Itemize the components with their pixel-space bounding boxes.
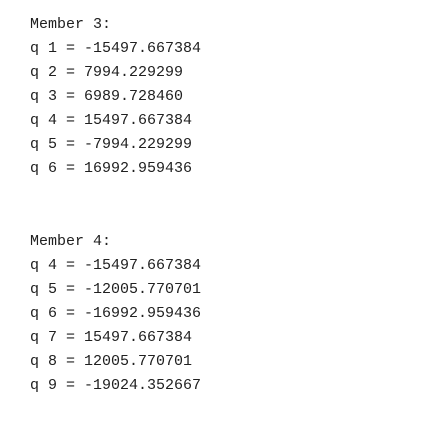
console-output[interactable]: Member 3: q 1 = -15497.667384 q 2 = 7994… (0, 0, 448, 421)
member-4-line-5: q 8 = 12005.770701 (30, 353, 193, 370)
member-3-line-6: q 6 = 16992.959436 (30, 160, 193, 177)
member-3-line-4: q 4 = 15497.667384 (30, 112, 193, 129)
member-4-line-3: q 6 = -16992.959436 (30, 305, 202, 322)
member-3-line-5: q 5 = -7994.229299 (30, 136, 193, 153)
member-3-line-3: q 3 = 6989.728460 (30, 88, 184, 105)
member-4-line-4: q 7 = 15497.667384 (30, 329, 193, 346)
member-3-line-2: q 2 = 7994.229299 (30, 64, 184, 81)
member-3-line-1: q 1 = -15497.667384 (30, 40, 202, 57)
member-4-line-6: q 9 = -19024.352667 (30, 377, 202, 394)
member-3-header: Member 3: (30, 16, 112, 33)
member-4-header: Member 4: (30, 233, 112, 250)
member-4-line-2: q 5 = -12005.770701 (30, 281, 202, 298)
member-4-line-1: q 4 = -15497.667384 (30, 257, 202, 274)
